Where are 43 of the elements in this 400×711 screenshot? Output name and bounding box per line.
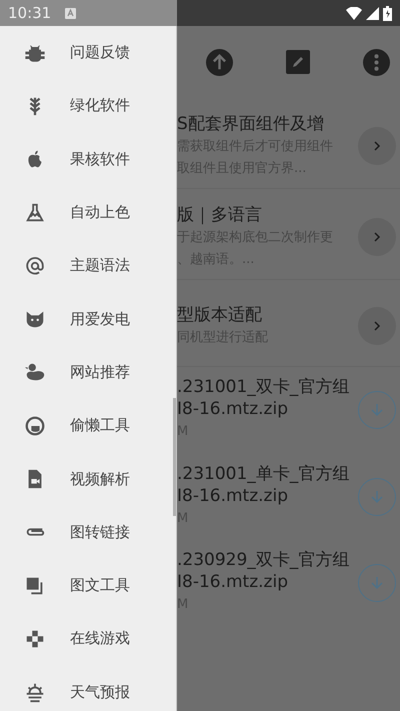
flask-icon bbox=[24, 202, 46, 224]
download-button[interactable] bbox=[358, 478, 396, 516]
download-icon bbox=[369, 488, 385, 505]
item-title: 版｜多语言 bbox=[177, 204, 263, 227]
file-name: .230929_双卡_官方组 bbox=[177, 549, 350, 572]
wifi-icon bbox=[346, 6, 362, 20]
download-button[interactable] bbox=[358, 564, 396, 602]
more-icon[interactable] bbox=[363, 48, 390, 76]
sunrise-icon bbox=[24, 681, 46, 704]
clock-time: 10:31 bbox=[8, 4, 52, 22]
download-icon bbox=[369, 575, 385, 592]
drawer-item[interactable]: 问题反馈 bbox=[0, 26, 176, 80]
battery-icon bbox=[383, 6, 392, 20]
chevron-button[interactable] bbox=[358, 307, 396, 345]
drawer-item[interactable]: 用爱发电 bbox=[0, 292, 176, 346]
item-title: 型版本适配 bbox=[177, 304, 263, 327]
drawer-item[interactable]: 自动上色 bbox=[0, 186, 176, 240]
file-name: .231001_单卡_官方组 bbox=[177, 462, 350, 485]
item-title: S配套界面组件及增 bbox=[177, 113, 325, 136]
chevron-button[interactable] bbox=[358, 127, 396, 165]
at-sign-icon bbox=[24, 254, 46, 277]
download-icon bbox=[369, 402, 385, 418]
signal-icon bbox=[366, 6, 379, 20]
file-name: .231001_双卡_官方组 bbox=[177, 376, 350, 398]
download-button[interactable] bbox=[358, 391, 396, 430]
notification-icon bbox=[65, 8, 76, 18]
chevron-button[interactable] bbox=[358, 218, 396, 256]
drawer-item[interactable]: 天气预报 bbox=[0, 666, 176, 711]
file-name: I8-16.mtz.zip bbox=[177, 398, 289, 420]
edit-icon[interactable] bbox=[286, 50, 310, 74]
file-name: I8-16.mtz.zip bbox=[177, 484, 289, 507]
drawer-item[interactable]: 偷懒工具 bbox=[0, 399, 176, 452]
drawer-item[interactable]: 绿化软件 bbox=[0, 79, 176, 133]
drawer-item[interactable]: 果核软件 bbox=[0, 132, 176, 186]
drawer-item[interactable]: 在线游戏 bbox=[0, 612, 176, 666]
drawer-item[interactable]: 主题语法 bbox=[0, 239, 176, 292]
drawer-item[interactable]: 视频解析 bbox=[0, 452, 176, 506]
file-name: I8-16.mtz.zip bbox=[177, 571, 289, 594]
pie-icon bbox=[24, 414, 46, 437]
drawer-item[interactable]: 网站推荐 bbox=[0, 346, 176, 400]
drawer-item[interactable]: 图文工具 bbox=[0, 558, 176, 612]
upload-icon[interactable] bbox=[206, 48, 233, 76]
drawer-item[interactable]: 图转链接 bbox=[0, 506, 176, 559]
